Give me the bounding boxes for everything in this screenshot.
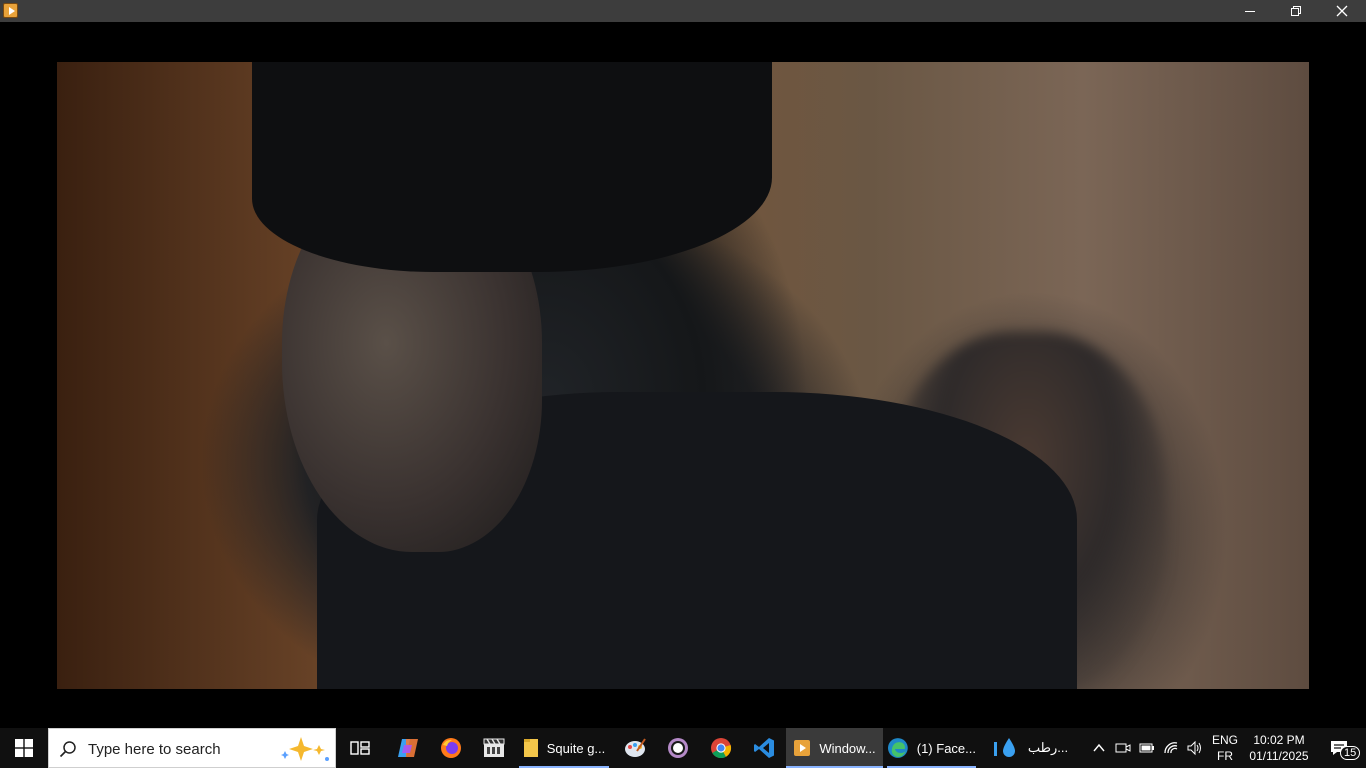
battery-icon [1139, 743, 1154, 753]
video-area[interactable] [0, 22, 1366, 728]
clock[interactable]: 10:02 PM 01/11/2025 [1244, 732, 1314, 764]
wifi-icon [1164, 742, 1178, 754]
file-explorer-label: Squite g... [546, 740, 606, 756]
title-bar [0, 0, 1366, 22]
vscode-icon [754, 738, 774, 758]
taskbar-vscode[interactable] [742, 728, 786, 768]
circle-app-icon [668, 738, 688, 758]
taskbar-paint[interactable] [613, 728, 657, 768]
taskbar-edge[interactable]: (1) Face... [887, 728, 976, 768]
taskbar-chrome[interactable] [699, 728, 743, 768]
taskbar: Type here to search Squite g... Window..… [0, 728, 1366, 768]
language-indicator[interactable]: ENG FR [1206, 732, 1244, 764]
task-view-icon [350, 741, 370, 755]
clock-time: 10:02 PM [1253, 733, 1305, 747]
start-button[interactable] [0, 728, 48, 768]
restore-button[interactable] [1273, 0, 1319, 22]
paint-icon [625, 738, 646, 757]
taskbar-file-explorer[interactable]: Squite g... [519, 728, 609, 768]
taskbar-droplet-app[interactable]: رطب... [980, 728, 1080, 768]
minimize-icon [1245, 11, 1255, 12]
search-icon [59, 741, 76, 758]
minimize-button[interactable] [1227, 0, 1273, 22]
notification-count-badge: 15 [1340, 746, 1361, 760]
clock-date: 01/11/2025 [1249, 749, 1309, 763]
show-hidden-icons-button[interactable] [1088, 728, 1110, 768]
task-view-button[interactable] [338, 728, 382, 768]
close-button[interactable] [1319, 0, 1365, 22]
sparkle-icon [281, 737, 329, 761]
camera-icon [1115, 743, 1131, 753]
language-secondary: FR [1217, 749, 1233, 763]
search-box[interactable]: Type here to search [48, 728, 336, 768]
droplet-icon [993, 738, 1015, 757]
folder-icon [523, 739, 538, 757]
tray-volume[interactable] [1184, 728, 1206, 768]
copilot-icon [398, 739, 418, 757]
media-player-label: Window... [819, 740, 876, 756]
video-frame[interactable] [57, 62, 1309, 689]
video-editor-icon [483, 738, 505, 757]
media-player-icon[interactable] [3, 3, 18, 18]
taskbar-copilot[interactable] [386, 728, 430, 768]
taskbar-media-player[interactable]: Window... [786, 728, 883, 768]
close-icon [1336, 5, 1348, 17]
taskbar-video-editor[interactable] [472, 728, 516, 768]
tray-battery[interactable] [1136, 728, 1158, 768]
chrome-icon [711, 738, 732, 759]
tray-meet-button[interactable] [1112, 728, 1134, 768]
windows-start-icon [15, 739, 33, 757]
volume-icon [1187, 740, 1201, 756]
taskbar-circle-app[interactable] [656, 728, 700, 768]
taskbar-firefox[interactable] [429, 728, 473, 768]
edge-icon [887, 738, 908, 758]
tray-wifi[interactable] [1160, 728, 1182, 768]
firefox-icon [441, 738, 461, 758]
edge-label: (1) Face... [916, 740, 976, 756]
droplet-app-label: رطب... [1027, 740, 1069, 755]
search-placeholder: Type here to search [88, 741, 221, 758]
notification-center-button[interactable]: 15 [1316, 728, 1362, 768]
language-primary: ENG [1211, 733, 1238, 747]
restore-icon [1291, 6, 1301, 16]
chevron-up-icon [1093, 743, 1105, 752]
foreground-person-hair [252, 62, 772, 272]
media-player-icon [794, 740, 811, 756]
